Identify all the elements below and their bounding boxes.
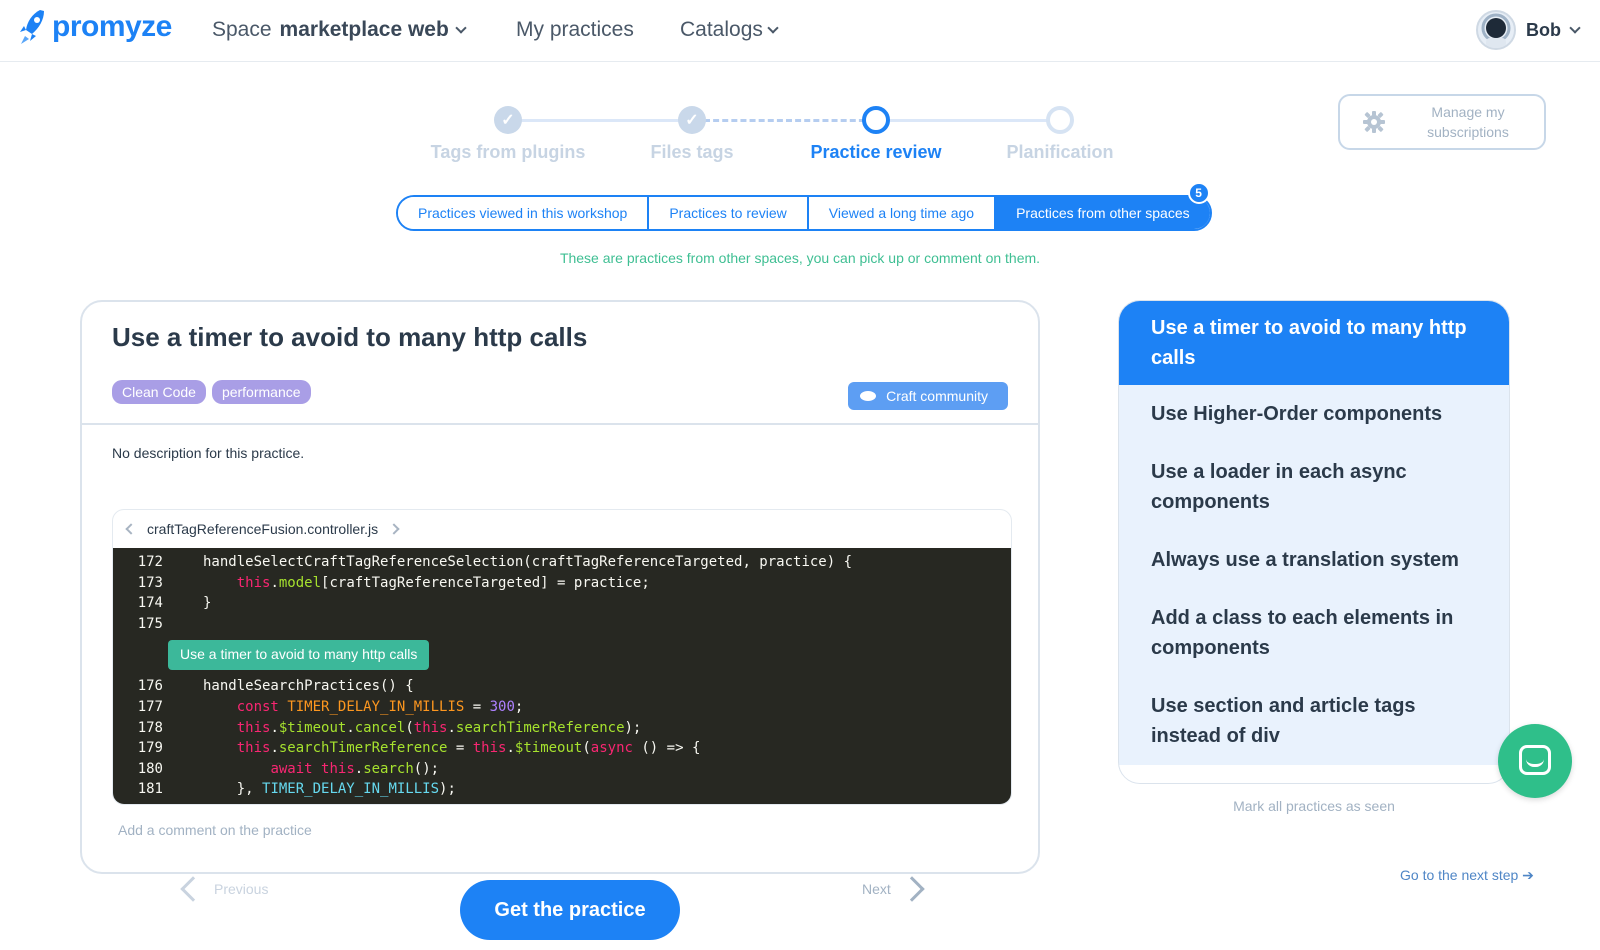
file-name: craftTagReferenceFusion.controller.js: [147, 521, 379, 537]
top-navbar: promyze Space marketplace web My practic…: [0, 0, 1600, 62]
astronaut-avatar-icon: [1481, 13, 1511, 48]
nav-catalogs-label: Catalogs: [680, 18, 763, 41]
next-step-link[interactable]: Go to the next step ➔: [1400, 867, 1534, 884]
tag-performance[interactable]: performance: [211, 380, 311, 404]
code-line: 177 const TIMER_DELAY_IN_MILLIS = 300;: [113, 697, 1011, 718]
step-label-files-tags[interactable]: Files tags: [650, 142, 733, 163]
practice-description: No description for this practice.: [112, 445, 305, 461]
tab-practices-to-review[interactable]: Practices to review: [649, 197, 809, 229]
previous-button[interactable]: Previous: [180, 876, 269, 902]
list-item[interactable]: Always use a translation system: [1119, 531, 1509, 589]
step-3-current-dot[interactable]: [862, 106, 890, 134]
manage-subscriptions-button[interactable]: Manage my subscriptions: [1338, 94, 1546, 150]
community-label: Craft community: [886, 388, 988, 404]
code-editor: 172 handleSelectCraftTagReferenceSelectio…: [113, 548, 1011, 804]
line-number: 177: [137, 698, 163, 715]
code-line: 173 this.model[craftTagReferenceTargeted…: [113, 573, 1011, 594]
code-line: 178 this.$timeout.cancel(this.searchTime…: [113, 718, 1011, 739]
inline-practice-wrapper: Use a timer to avoid to many http calls: [113, 634, 1011, 676]
step-1-check-icon[interactable]: ✓: [494, 106, 522, 134]
tab-viewed-in-workshop[interactable]: Practices viewed in this workshop: [398, 197, 650, 229]
add-comment-input[interactable]: Add a comment on the practice: [118, 822, 312, 838]
chat-launcher-button[interactable]: [1498, 724, 1572, 798]
promyze-logo[interactable]: promyze: [18, 8, 172, 46]
code-line: 175: [113, 614, 1011, 635]
line-number: 180: [137, 760, 163, 777]
mark-all-seen-link[interactable]: Mark all practices as seen: [1118, 798, 1510, 814]
line-number: 172: [137, 554, 163, 570]
user-name: Bob: [1526, 19, 1561, 40]
project-prefix: Space: [212, 18, 272, 41]
line-number: 174: [137, 595, 163, 612]
code-line: 180 await this.search();: [113, 759, 1011, 780]
tag-clean-code[interactable]: Clean Code: [112, 380, 206, 404]
inline-practice-marker[interactable]: Use a timer to avoid to many http calls: [168, 640, 430, 671]
step-2-check-icon[interactable]: ✓: [678, 106, 706, 134]
gear-icon: [1363, 111, 1385, 133]
nav-my-practices-label: My practices: [516, 18, 634, 41]
previous-label: Previous: [214, 881, 269, 897]
code-line: 172 handleSelectCraftTagReferenceSelectio…: [113, 552, 1011, 573]
practice-filter-tabs: Practices viewed in this workshop Practi…: [396, 182, 1212, 231]
list-item[interactable]: Use section and article tags instead of …: [1119, 677, 1509, 765]
chevron-down-icon: [1569, 21, 1581, 34]
code-file-header: craftTagReferenceFusion.controller.js: [113, 510, 1011, 548]
workflow-stepper: ✓ ✓ Tags from plugins Files tags Practic…: [431, 104, 1130, 174]
code-line: 174}: [113, 593, 1011, 614]
nav-my-practices[interactable]: My practices: [516, 18, 634, 42]
list-item[interactable]: Use a loader in each async components: [1119, 443, 1509, 531]
rocket-icon: [20, 10, 44, 44]
step-label-practice-review[interactable]: Practice review: [810, 142, 941, 163]
next-button[interactable]: Next: [862, 876, 925, 902]
nav-catalogs[interactable]: Catalogs: [680, 18, 779, 42]
count-badge: 5: [1187, 182, 1210, 204]
step-connector: [888, 119, 1058, 122]
step-4-todo-dot[interactable]: [1046, 106, 1074, 134]
step-label-planification[interactable]: Planification: [1006, 142, 1113, 163]
tab-other-spaces[interactable]: Practices from other spaces 5: [996, 182, 1210, 229]
tab-other-spaces-label: Practices from other spaces: [1016, 205, 1190, 221]
line-number: 173: [137, 574, 163, 591]
code-line: 176 handleSearchPractices() {: [113, 676, 1011, 697]
chevron-down-icon: [455, 21, 467, 34]
line-number: 181: [137, 781, 163, 798]
practice-card: Use a timer to avoid to many http calls …: [80, 300, 1040, 874]
line-number: 175: [137, 615, 163, 632]
logo-text: promyze: [52, 10, 172, 43]
chevron-left-icon[interactable]: [125, 523, 137, 535]
list-item[interactable]: Use Higher-Order components: [1119, 385, 1509, 443]
next-label: Next: [862, 881, 891, 897]
line-number: 179: [137, 740, 163, 757]
step-label-tags-from-plugins[interactable]: Tags from plugins: [431, 142, 586, 163]
practice-list: Use a timer to avoid to many http calls …: [1118, 300, 1510, 784]
chevron-right-icon: [899, 876, 925, 902]
get-practice-button[interactable]: Get the practice: [460, 880, 680, 940]
community-button[interactable]: Craft community: [848, 382, 1008, 410]
code-line: 181 }, TIMER_DELAY_IN_MILLIS);: [113, 779, 1011, 800]
project-selector[interactable]: Space marketplace web: [212, 18, 467, 42]
practice-title: Use a timer to avoid to many http calls: [112, 322, 588, 352]
chevron-right-icon[interactable]: [388, 523, 400, 535]
user-menu[interactable]: Bob: [1476, 10, 1581, 50]
line-number: 178: [137, 719, 163, 736]
step-connector: [508, 119, 692, 122]
chevron-left-icon: [180, 876, 206, 902]
list-item[interactable]: Add a class to each elements in componen…: [1119, 589, 1509, 677]
list-item[interactable]: Missing Encryption of Sensitive Data: [1119, 765, 1509, 783]
code-snippet: craftTagReferenceFusion.controller.js 17…: [112, 509, 1012, 805]
step-connector-dashed: [704, 119, 874, 122]
divider: [82, 423, 1038, 425]
planet-icon: [860, 391, 877, 401]
code-line: 179 this.searchTimerReference = this.$ti…: [113, 738, 1011, 759]
tab-viewed-long-ago[interactable]: Viewed a long time ago: [808, 197, 997, 229]
list-item[interactable]: Use a timer to avoid to many http calls: [1119, 301, 1509, 385]
project-name: marketplace web: [279, 18, 449, 41]
avatar: [1476, 10, 1516, 50]
chevron-down-icon: [767, 21, 779, 34]
tab-hint-text: These are practices from other spaces, y…: [559, 250, 1041, 266]
line-number: 176: [137, 678, 163, 695]
practice-tags: Clean Code performance: [112, 380, 311, 404]
manage-subscriptions-label: Manage my subscriptions: [1427, 104, 1509, 140]
